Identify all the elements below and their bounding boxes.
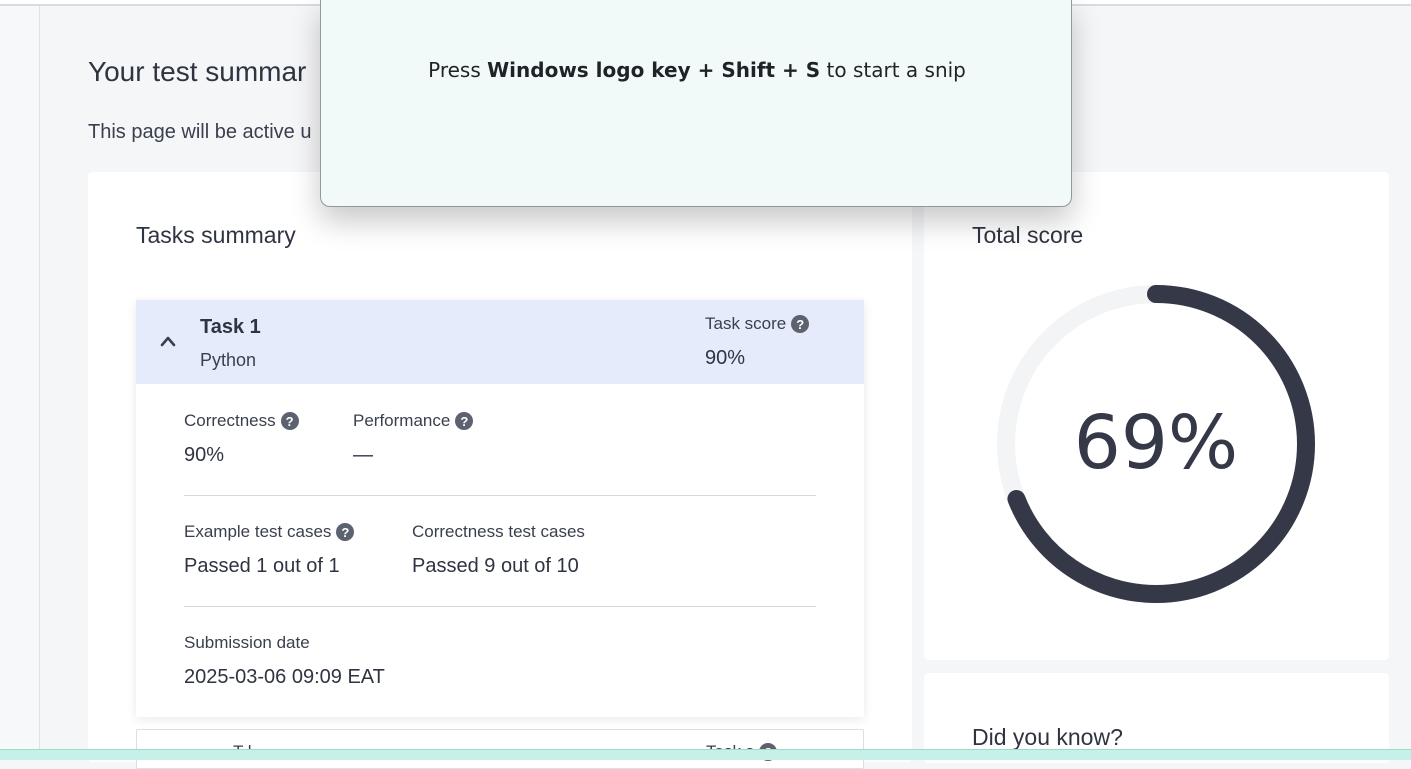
snip-message-prefix: Press <box>428 58 488 82</box>
task-score-label: Task score ? <box>705 314 810 334</box>
divider <box>184 606 816 607</box>
correctness-value: 90% <box>184 444 225 466</box>
performance-label-text: Performance <box>353 411 451 430</box>
taskbar-strip <box>0 749 1411 760</box>
correctness-label: Correctness ? <box>184 411 299 431</box>
performance-value: — <box>353 444 373 466</box>
example-test-cases-label: Example test cases ? <box>184 522 355 542</box>
snip-message-suffix: to start a snip <box>820 58 966 82</box>
submission-date-label-text: Submission date <box>184 633 310 652</box>
example-test-cases-value: Passed 1 out of 1 <box>184 555 340 577</box>
tasks-summary-heading: Tasks summary <box>136 222 296 248</box>
task-1-card: Task 1 Python Task score ? 90% Correctne… <box>136 300 864 717</box>
divider <box>184 495 816 496</box>
did-you-know-heading: Did you know? <box>972 724 1123 750</box>
submission-date-label: Submission date <box>184 633 310 653</box>
total-score-heading: Total score <box>972 222 1084 248</box>
example-test-cases-label-text: Example test cases <box>184 522 332 541</box>
question-circle-icon[interactable]: ? <box>791 315 810 333</box>
task-score-value: 90% <box>705 347 746 369</box>
task-1-header[interactable]: Task 1 Python Task score ? 90% <box>136 300 864 384</box>
correctness-label-text: Correctness <box>184 411 276 430</box>
question-circle-icon[interactable]: ? <box>336 523 355 541</box>
snip-message: Press Windows logo key + Shift + S to st… <box>321 58 1073 82</box>
correctness-test-cases-label-text: Correctness test cases <box>412 522 585 541</box>
total-score-value: 69% <box>1073 400 1239 486</box>
correctness-test-cases-label: Correctness test cases <box>412 522 585 542</box>
task-score-label-text: Task score <box>705 314 787 333</box>
page-title: Your test summar <box>88 56 307 87</box>
snipping-tool-overlay: Press Windows logo key + Shift + S to st… <box>320 0 1072 207</box>
task-1-language: Python <box>200 350 257 370</box>
snip-shortcut-keys: Windows logo key + Shift + S <box>487 58 821 82</box>
performance-label: Performance ? <box>353 411 474 431</box>
task-1-title: Task 1 <box>200 316 261 338</box>
question-circle-icon[interactable]: ? <box>280 412 299 430</box>
left-navigation-rail <box>0 6 40 750</box>
chevron-up-icon[interactable] <box>160 334 176 348</box>
submission-date-value: 2025-03-06 09:09 EAT <box>184 666 385 688</box>
correctness-test-cases-value: Passed 9 out of 10 <box>412 555 579 577</box>
question-circle-icon[interactable]: ? <box>455 412 474 430</box>
page-subtitle: This page will be active u <box>88 121 312 143</box>
